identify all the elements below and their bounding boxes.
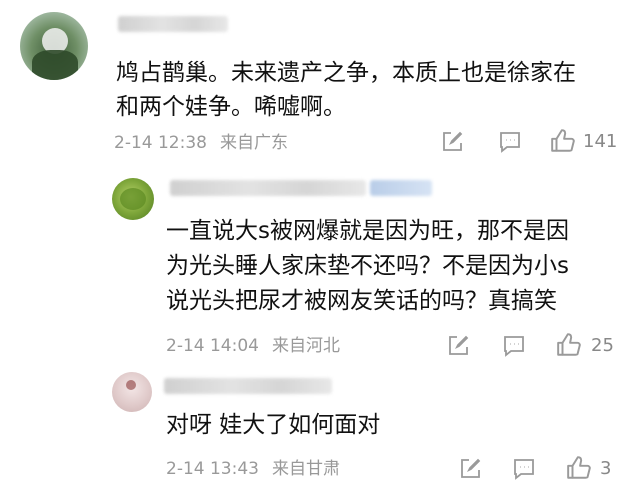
avatar[interactable] [112, 178, 154, 220]
comment-text-line: 说光头把尿才被网友笑话的吗？真搞笑 [166, 288, 557, 314]
username[interactable] [118, 16, 228, 32]
timestamp: 2-14 14:04 [166, 336, 259, 356]
like-icon[interactable] [550, 128, 576, 154]
comment-icon[interactable] [512, 457, 536, 481]
comment-icon[interactable] [502, 334, 526, 358]
avatar[interactable] [112, 372, 152, 412]
comment-text-line: 和两个娃争。唏嘘啊。 [116, 94, 346, 120]
avatar[interactable] [20, 12, 88, 80]
timestamp: 2-14 13:43 [166, 459, 259, 479]
edit-icon[interactable] [446, 334, 470, 358]
like-icon[interactable] [556, 332, 582, 358]
location: 来自广东 [220, 133, 288, 153]
location: 来自河北 [272, 336, 340, 356]
username[interactable] [164, 378, 332, 394]
like-icon[interactable] [566, 455, 592, 481]
edit-icon[interactable] [440, 130, 464, 154]
comment-text-line: 为光头睡人家床垫不还吗？不是因为小s [166, 253, 569, 279]
like-count: 3 [600, 458, 612, 479]
like-count: 25 [591, 335, 614, 356]
comment-text-line: 一直说大s被网爆就是因为旺，那不是因 [166, 218, 569, 244]
timestamp: 2-14 12:38 [114, 133, 207, 153]
location: 来自甘肃 [272, 459, 340, 479]
like-count: 141 [583, 131, 618, 152]
user-badge [370, 180, 432, 196]
edit-icon[interactable] [458, 457, 482, 481]
comment-text-line: 鸠占鹊巢。未来遗产之争，本质上也是徐家在 [116, 60, 576, 86]
comment-icon[interactable] [498, 130, 522, 154]
comment-text-line: 对呀 娃大了如何面对 [166, 412, 381, 438]
username[interactable] [170, 180, 366, 196]
